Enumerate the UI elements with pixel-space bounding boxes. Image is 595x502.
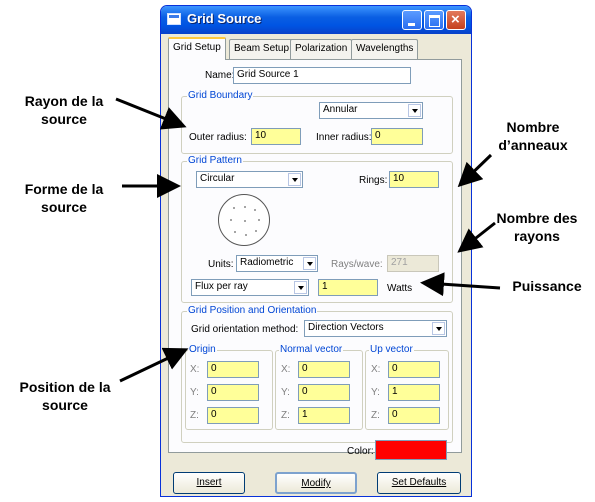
tab-polarization[interactable]: Polarization [290, 39, 353, 59]
up-z-label: Z: [371, 410, 380, 421]
origin-z-field[interactable]: 0 [207, 407, 259, 424]
grid-point [255, 230, 257, 232]
color-label: Color: [347, 446, 374, 457]
normal-y-label: Y: [281, 387, 290, 398]
grid-point [234, 231, 236, 233]
origin-y-field[interactable]: 0 [207, 384, 259, 401]
units-value: Radiometric [240, 257, 294, 268]
chevron-down-icon[interactable] [432, 322, 445, 335]
set-defaults-button-label: Set Defaults [391, 477, 447, 488]
maximize-button[interactable] [424, 10, 444, 30]
up-z-field[interactable]: 0 [388, 407, 440, 424]
grid-source-window: Grid Source × Grid Setup Beam Setup Pola… [160, 5, 472, 497]
annotation-rayon-line2: source [41, 111, 87, 127]
up-vector-title: Up vector [369, 344, 414, 355]
up-y-label: Y: [371, 387, 380, 398]
units-select[interactable]: Radiometric [236, 255, 318, 272]
grid-preview [218, 194, 270, 246]
pattern-value: Circular [200, 173, 235, 184]
modify-button-label: Modify [301, 478, 331, 489]
grid-point [254, 209, 256, 211]
up-x-field[interactable]: 0 [388, 361, 440, 378]
normal-x-field[interactable]: 0 [298, 361, 350, 378]
tab-beam-setup[interactable]: Beam Setup [229, 39, 295, 59]
annotation-forme-line1: Forme de la [24, 181, 104, 197]
annotation-rayon: Rayon de la source [4, 92, 124, 128]
origin-x-field[interactable]: 0 [207, 361, 259, 378]
flux-unit-label: Watts [387, 283, 413, 294]
annotation-rayons-line1: Nombre des [496, 210, 578, 226]
orientation-method-select[interactable]: Direction Vectors [304, 320, 447, 337]
insert-button-label: Insert [196, 477, 222, 488]
annotation-nombre-rayons: Nombre des rayons [478, 209, 595, 245]
up-y-field[interactable]: 1 [388, 384, 440, 401]
tab-grid-setup[interactable]: Grid Setup [168, 37, 226, 60]
normal-x-label: X: [281, 364, 291, 375]
normal-y-field[interactable]: 0 [298, 384, 350, 401]
annotation-puissance: Puissance [512, 278, 582, 294]
boundary-shape-select[interactable]: Annular [319, 102, 423, 119]
rays-wave-field: 271 [387, 255, 439, 272]
grid-point [245, 234, 247, 236]
chevron-down-icon[interactable] [288, 173, 301, 186]
insert-button[interactable]: Insert [173, 472, 245, 494]
annotation-forme: Forme de la source [4, 180, 124, 216]
grid-point [233, 207, 235, 209]
grid-boundary-title: Grid Boundary [187, 90, 254, 101]
flux-mode-value: Flux per ray [195, 281, 248, 292]
origin-x-label: X: [190, 364, 200, 375]
color-swatch[interactable] [375, 440, 447, 460]
annotation-anneaux-line2: d’anneaux [498, 137, 568, 153]
flux-mode-select[interactable]: Flux per ray [191, 279, 309, 296]
outer-radius-label: Outer radius: [189, 132, 247, 143]
minimize-button[interactable] [402, 10, 422, 30]
up-x-label: X: [371, 364, 381, 375]
rings-field[interactable]: 10 [389, 171, 439, 188]
flux-field[interactable]: 1 [318, 279, 378, 296]
chevron-down-icon[interactable] [303, 257, 316, 270]
annotation-position-line2: source [42, 397, 88, 413]
inner-radius-label: Inner radius: [316, 132, 372, 143]
orientation-method-label: Grid orientation method: [191, 324, 299, 335]
inner-radius-field[interactable]: 0 [371, 128, 423, 145]
grid-point [244, 220, 246, 222]
outer-radius-field[interactable]: 10 [251, 128, 301, 145]
tab-wavelengths[interactable]: Wavelengths [351, 39, 419, 59]
close-icon: × [451, 11, 460, 28]
annotation-anneaux-line1: Nombre [506, 119, 560, 135]
modify-button[interactable]: Modify [275, 472, 357, 494]
annotation-position-line1: Position de la [19, 379, 111, 395]
close-button[interactable]: × [446, 10, 466, 30]
normal-z-label: Z: [281, 410, 290, 421]
annotation-forme-line2: source [41, 199, 87, 215]
grid-pattern-title: Grid Pattern [187, 155, 243, 166]
set-defaults-button[interactable]: Set Defaults [377, 472, 461, 494]
annotation-nombre-anneaux: Nombre d’anneaux [478, 118, 588, 154]
normal-z-field[interactable]: 1 [298, 407, 350, 424]
chevron-down-icon[interactable] [294, 281, 307, 294]
grid-point [244, 206, 246, 208]
title-bar[interactable]: Grid Source × [161, 6, 471, 34]
origin-y-label: Y: [190, 387, 199, 398]
annotation-rayons-line2: rayons [514, 228, 560, 244]
normal-vector-title: Normal vector [279, 344, 344, 355]
orientation-method-value: Direction Vectors [308, 322, 384, 333]
units-label: Units: [208, 259, 234, 270]
orientation-title: Grid Position and Orientation [187, 305, 318, 316]
grid-point [258, 219, 260, 221]
pattern-select[interactable]: Circular [196, 171, 303, 188]
rays-wave-label: Rays/wave: [331, 259, 383, 270]
window-title: Grid Source [187, 11, 262, 26]
name-label: Name: [205, 70, 235, 81]
rings-label: Rings: [359, 175, 388, 186]
grid-point [230, 219, 232, 221]
boundary-shape-value: Annular [323, 104, 358, 115]
window-icon [167, 13, 181, 25]
name-field[interactable]: Grid Source 1 [233, 67, 411, 84]
annotation-position: Position de la source [0, 378, 130, 414]
origin-z-label: Z: [190, 410, 199, 421]
origin-title: Origin [188, 344, 217, 355]
chevron-down-icon[interactable] [408, 104, 421, 117]
annotation-rayon-line1: Rayon de la [24, 93, 104, 109]
